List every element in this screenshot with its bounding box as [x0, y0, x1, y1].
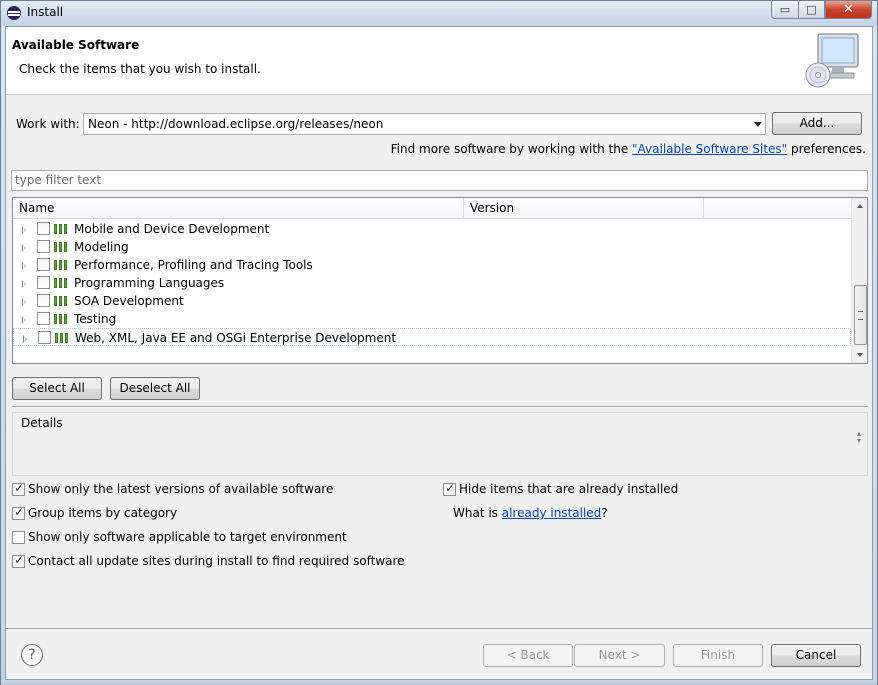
available-sites-link[interactable]: "Available Software Sites"	[632, 142, 787, 156]
title-bar[interactable]: Install ▭ □ ✕	[1, 1, 877, 26]
select-all-button[interactable]: Select All	[12, 377, 102, 400]
hide-installed-label: Hide items that are already installed	[459, 482, 679, 496]
software-tree[interactable]: Name Version Mobile and Device Developme…	[12, 197, 868, 364]
category-icon	[54, 259, 70, 271]
add-site-button[interactable]: Add...	[772, 112, 862, 135]
column-extra[interactable]	[704, 198, 851, 219]
finish-button[interactable]: Finish	[673, 644, 763, 667]
work-with-value: Neon - http://download.eclipse.org/relea…	[88, 117, 384, 131]
find-more-text: Find more software by working with the "…	[391, 142, 866, 156]
tree-row[interactable]: Mobile and Device Development	[13, 220, 851, 238]
tree-row[interactable]: SOA Development	[13, 292, 851, 310]
scroll-up-icon[interactable]	[857, 204, 863, 208]
row-label: Testing	[74, 312, 117, 326]
scroll-down-icon[interactable]	[857, 353, 863, 357]
window-bottom-edge	[1, 680, 877, 685]
what-is-installed-text: What is already installed?	[453, 506, 608, 520]
tree-scrollbar[interactable]	[851, 198, 867, 363]
next-button[interactable]: Next >	[574, 644, 665, 667]
minimize-button[interactable]: ▭	[771, 1, 799, 19]
contact-sites-checkbox[interactable]	[12, 553, 25, 568]
expand-arrow-icon[interactable]	[23, 335, 27, 343]
already-installed-link[interactable]: already installed	[502, 506, 602, 520]
expand-arrow-icon[interactable]	[22, 262, 26, 270]
scroll-thumb[interactable]	[854, 285, 867, 345]
category-icon	[54, 223, 70, 235]
tree-row[interactable]: Web, XML, Java EE and OSGi Enterprise De…	[13, 328, 851, 346]
row-checkbox[interactable]	[37, 240, 50, 253]
header-banner: Available Software Check the items that …	[6, 27, 872, 95]
deselect-all-button[interactable]: Deselect All	[110, 377, 200, 400]
expand-arrow-icon[interactable]	[22, 316, 26, 324]
row-label: Performance, Profiling and Tracing Tools	[74, 258, 313, 272]
expand-arrow-icon[interactable]	[22, 226, 26, 234]
row-checkbox[interactable]	[37, 312, 50, 325]
expand-arrow-icon[interactable]	[22, 280, 26, 288]
details-label: Details	[21, 416, 63, 430]
work-with-label: Work with:	[16, 117, 80, 131]
contact-sites-label: Contact all update sites during install …	[28, 554, 405, 568]
close-button[interactable]: ✕	[825, 1, 872, 19]
details-panel: Details ▴ ▾	[12, 412, 868, 476]
chevron-down-icon[interactable]	[754, 122, 762, 127]
eclipse-icon	[7, 6, 21, 20]
expand-arrow-icon[interactable]	[22, 244, 26, 252]
work-with-combo[interactable]: Neon - http://download.eclipse.org/relea…	[83, 113, 766, 135]
install-monitor-icon	[805, 33, 859, 88]
category-icon	[55, 332, 71, 344]
category-icon	[54, 241, 70, 253]
target-env-checkbox[interactable]	[12, 531, 25, 544]
tree-row[interactable]: Modeling	[13, 238, 851, 256]
install-window: Install ▭ □ ✕ Available Software Check t…	[0, 0, 878, 685]
row-checkbox[interactable]	[38, 331, 51, 344]
cancel-button[interactable]: Cancel	[771, 644, 861, 667]
column-name[interactable]: Name	[13, 198, 464, 219]
row-checkbox[interactable]	[37, 276, 50, 289]
find-more-prefix: Find more software by working with the	[390, 142, 633, 156]
row-label: Modeling	[74, 240, 129, 254]
what-is-prefix: What is	[453, 506, 502, 520]
divider	[12, 406, 868, 408]
row-label: Mobile and Device Development	[74, 222, 270, 236]
expand-arrow-icon[interactable]	[22, 298, 26, 306]
row-label: Web, XML, Java EE and OSGi Enterprise De…	[75, 331, 397, 345]
category-icon	[54, 313, 70, 325]
close-icon: ✕	[843, 2, 854, 17]
row-checkbox[interactable]	[37, 222, 50, 235]
dialog-client: Available Software Check the items that …	[5, 26, 873, 680]
find-more-suffix: preferences.	[787, 142, 866, 156]
tree-row[interactable]: Testing	[13, 310, 851, 328]
page-title: Available Software	[12, 38, 140, 52]
window-title: Install	[27, 5, 64, 19]
category-icon	[54, 295, 70, 307]
filter-input[interactable]: type filter text	[11, 170, 868, 191]
what-is-suffix: ?	[601, 506, 608, 520]
category-icon	[54, 277, 70, 289]
minimize-icon: ▭	[779, 3, 791, 16]
help-icon[interactable]: ?	[21, 644, 43, 666]
maximize-icon: □	[806, 3, 817, 16]
row-label: Programming Languages	[74, 276, 225, 290]
tree-row[interactable]: Programming Languages	[13, 274, 851, 292]
row-label: SOA Development	[74, 294, 184, 308]
column-version[interactable]: Version	[464, 198, 704, 219]
back-button[interactable]: < Back	[483, 644, 573, 667]
group-by-category-checkbox[interactable]	[12, 505, 25, 520]
tree-header: Name Version	[13, 198, 851, 219]
tree-row[interactable]: Performance, Profiling and Tracing Tools	[13, 256, 851, 274]
latest-versions-label: Show only the latest versions of availab…	[28, 482, 334, 496]
latest-versions-checkbox[interactable]	[12, 481, 25, 496]
hide-installed-checkbox[interactable]	[443, 481, 456, 496]
group-by-category-label: Group items by category	[28, 506, 178, 520]
row-checkbox[interactable]	[37, 258, 50, 271]
maximize-button[interactable]: □	[798, 1, 825, 19]
details-scroll-icon[interactable]: ▴ ▾	[855, 430, 863, 445]
page-description: Check the items that you wish to install…	[19, 62, 261, 76]
footer-divider	[6, 628, 872, 630]
row-checkbox[interactable]	[37, 294, 50, 307]
target-env-label: Show only software applicable to target …	[28, 530, 347, 544]
